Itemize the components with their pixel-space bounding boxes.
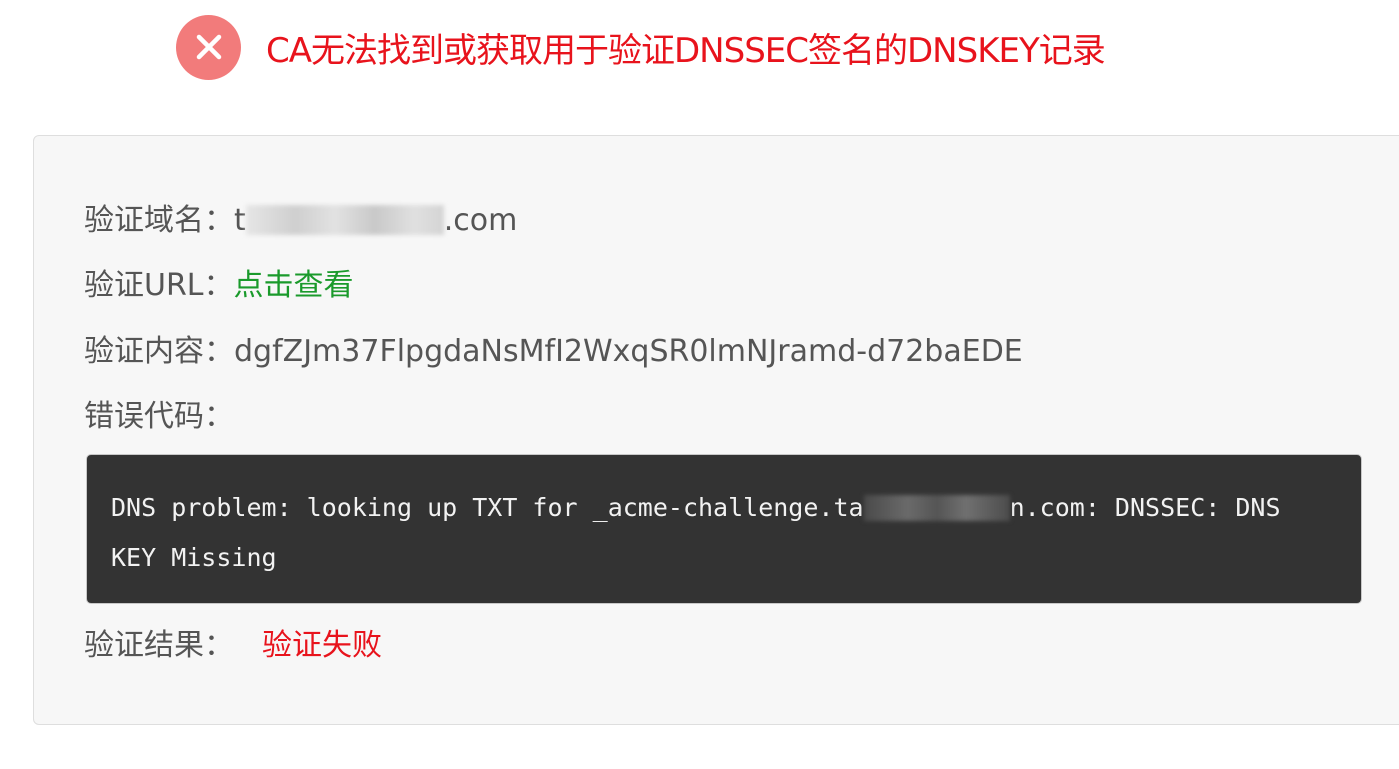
result-header: CA无法找到或获取用于验证DNSSEC签名的DNSKEY记录: [176, 14, 1106, 80]
redacted-code-domain: [863, 495, 1010, 521]
error-code-block: DNS problem: looking up TXT for _acme-ch…: [86, 454, 1362, 604]
domain-label: 验证域名：: [84, 203, 234, 238]
result-label: 验证结果：: [84, 628, 234, 663]
url-row: 验证URL：点击查看: [84, 266, 354, 306]
content-label: 验证内容：: [84, 334, 234, 369]
content-value: dgfZJm37FlpgdaNsMfI2WxqSR0lmNJramd-d72ba…: [234, 334, 1023, 369]
error-code-label: 错误代码：: [84, 399, 234, 434]
domain-row: 验证域名：t .com: [84, 201, 517, 241]
error-code-line1-suffix: n.com: DNSSEC: DNS: [1009, 493, 1281, 522]
verification-details-panel: 验证域名：t .com 验证URL：点击查看 验证内容：dgfZJm37Flpgd…: [33, 135, 1399, 725]
error-code-row: 错误代码：: [84, 397, 234, 437]
result-status-badge: 验证失败: [262, 628, 382, 663]
view-url-link[interactable]: 点击查看: [234, 268, 354, 303]
result-row: 验证结果： 验证失败: [84, 626, 382, 666]
url-label: 验证URL：: [84, 268, 234, 303]
content-row: 验证内容：dgfZJm37FlpgdaNsMfI2WxqSR0lmNJramd-…: [84, 332, 1023, 372]
redacted-domain: [245, 205, 444, 235]
domain-suffix: .com: [443, 203, 518, 238]
domain-prefix: t: [234, 203, 246, 238]
error-code-line2: KEY Missing: [111, 543, 277, 572]
error-code-line1-prefix: DNS problem: looking up TXT for _acme-ch…: [111, 493, 864, 522]
error-x-icon: [176, 14, 241, 80]
page-title: CA无法找到或获取用于验证DNSSEC签名的DNSKEY记录: [266, 30, 1106, 71]
